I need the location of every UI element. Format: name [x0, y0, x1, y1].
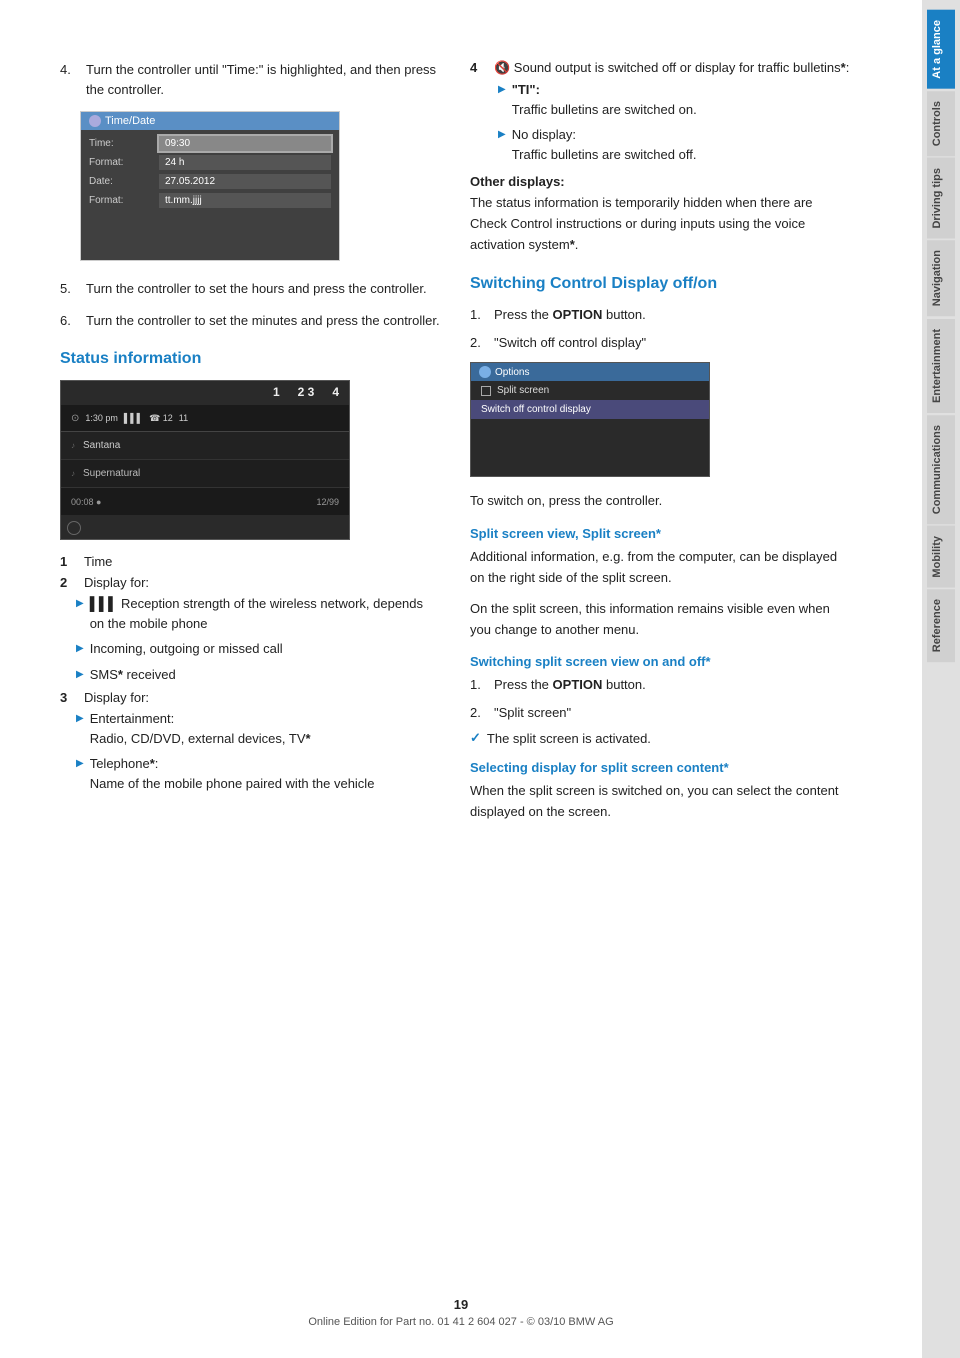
status-section-heading: Status information: [60, 350, 440, 368]
switching-control-heading: Switching Control Display off/on: [470, 275, 850, 293]
status-screenshot: 1 2 3 4 ⊙ 1:30 pm ▌▌▌ ☎ 12 11 ♪ Santana: [60, 380, 350, 540]
status-item-3: 3 Display for: ▶ Entertainment:Radio, CD…: [60, 690, 440, 793]
right-step-4: 4 🔇 Sound output is switched off or disp…: [470, 60, 850, 164]
options-screenshot: Options Split screen Switch off control …: [470, 362, 710, 477]
split-step-2: 2. "Split screen": [470, 703, 850, 723]
timedate-screenshot: Time/Date Time: 09:30 Format: 24 h Date:: [80, 111, 340, 261]
control-step-2: 2. "Switch off control display": [470, 333, 850, 353]
status-item-1: 1 Time: [60, 554, 440, 569]
page-footer: 19 Online Edition for Part no. 01 41 2 6…: [0, 1297, 922, 1328]
sidebar-tab-at-a-glance[interactable]: At a glance: [927, 10, 955, 89]
options-header: Options: [471, 363, 709, 381]
switching-split-heading: Switching split screen view on and off*: [470, 654, 850, 669]
other-displays-text: The status information is temporarily hi…: [470, 193, 850, 255]
checkmark-icon: ✓: [470, 730, 481, 746]
timedate-rows: Time: 09:30 Format: 24 h Date: 27.05.201…: [81, 130, 339, 218]
timedate-header: Time/Date: [81, 112, 339, 130]
sidebar-tab-communications[interactable]: Communications: [927, 415, 955, 524]
split-step-1: 1. Press the OPTION button.: [470, 675, 850, 695]
sidebar-tab-reference[interactable]: Reference: [927, 589, 955, 662]
step-4-number: 4.: [60, 60, 78, 99]
track-1-row: ♪ Santana: [61, 431, 349, 459]
timedate-title: Time/Date: [105, 115, 155, 127]
switch-on-text: To switch on, press the controller.: [470, 491, 850, 512]
split-screen-option: Split screen: [471, 381, 709, 400]
footer-text: Online Edition for Part no. 01 41 2 604 …: [308, 1316, 613, 1328]
activated-text: ✓ The split screen is activated.: [470, 730, 850, 746]
split-screen-text-2: On the split screen, this information re…: [470, 599, 850, 641]
track-2-row: ♪ Supernatural: [61, 459, 349, 487]
left-column: 4. Turn the controller until "Time:" is …: [60, 60, 440, 1318]
step-6: 6. Turn the controller to set the minute…: [60, 311, 440, 331]
control-step-1: 1. Press the OPTION button.: [470, 305, 850, 325]
split-screen-text-1: Additional information, e.g. from the co…: [470, 547, 850, 589]
split-screen-heading: Split screen view, Split screen*: [470, 526, 850, 541]
step-6-text: Turn the controller to set the minutes a…: [86, 311, 440, 331]
sidebar-tab-driving-tips[interactable]: Driving tips: [927, 158, 955, 239]
step-4-text: Turn the controller until "Time:" is hig…: [86, 60, 440, 99]
status-bar: ⊙ 1:30 pm ▌▌▌ ☎ 12 11: [61, 405, 349, 431]
selecting-split-heading: Selecting display for split screen conte…: [470, 760, 850, 775]
status-label-numbers: 1 2 3 4: [273, 385, 339, 399]
sidebar-tab-mobility[interactable]: Mobility: [927, 526, 955, 588]
step-5-text: Turn the controller to set the hours and…: [86, 279, 440, 299]
step-4: 4. Turn the controller until "Time:" is …: [60, 60, 440, 99]
status-item-2: 2 Display for: ▶ ▌▌▌ Reception strength …: [60, 575, 440, 684]
step-5: 5. Turn the controller to set the hours …: [60, 279, 440, 299]
step-6-number: 6.: [60, 311, 78, 331]
selecting-split-text: When the split screen is switched on, yo…: [470, 781, 850, 823]
other-displays-heading: Other displays:: [470, 174, 850, 189]
sidebar-tab-controls[interactable]: Controls: [927, 91, 955, 156]
track-time-row: 00:08 ● 12/99: [61, 487, 349, 515]
page-number: 19: [0, 1297, 922, 1312]
sidebar-tab-navigation[interactable]: Navigation: [927, 240, 955, 316]
sidebar-tab-entertainment[interactable]: Entertainment: [927, 319, 955, 413]
switch-off-option: Switch off control display: [471, 400, 709, 419]
step-5-number: 5.: [60, 279, 78, 299]
right-column: 4 🔇 Sound output is switched off or disp…: [470, 60, 850, 1318]
other-displays: Other displays: The status information i…: [470, 174, 850, 255]
sidebar-tabs: At a glance Controls Driving tips Naviga…: [922, 0, 960, 1358]
